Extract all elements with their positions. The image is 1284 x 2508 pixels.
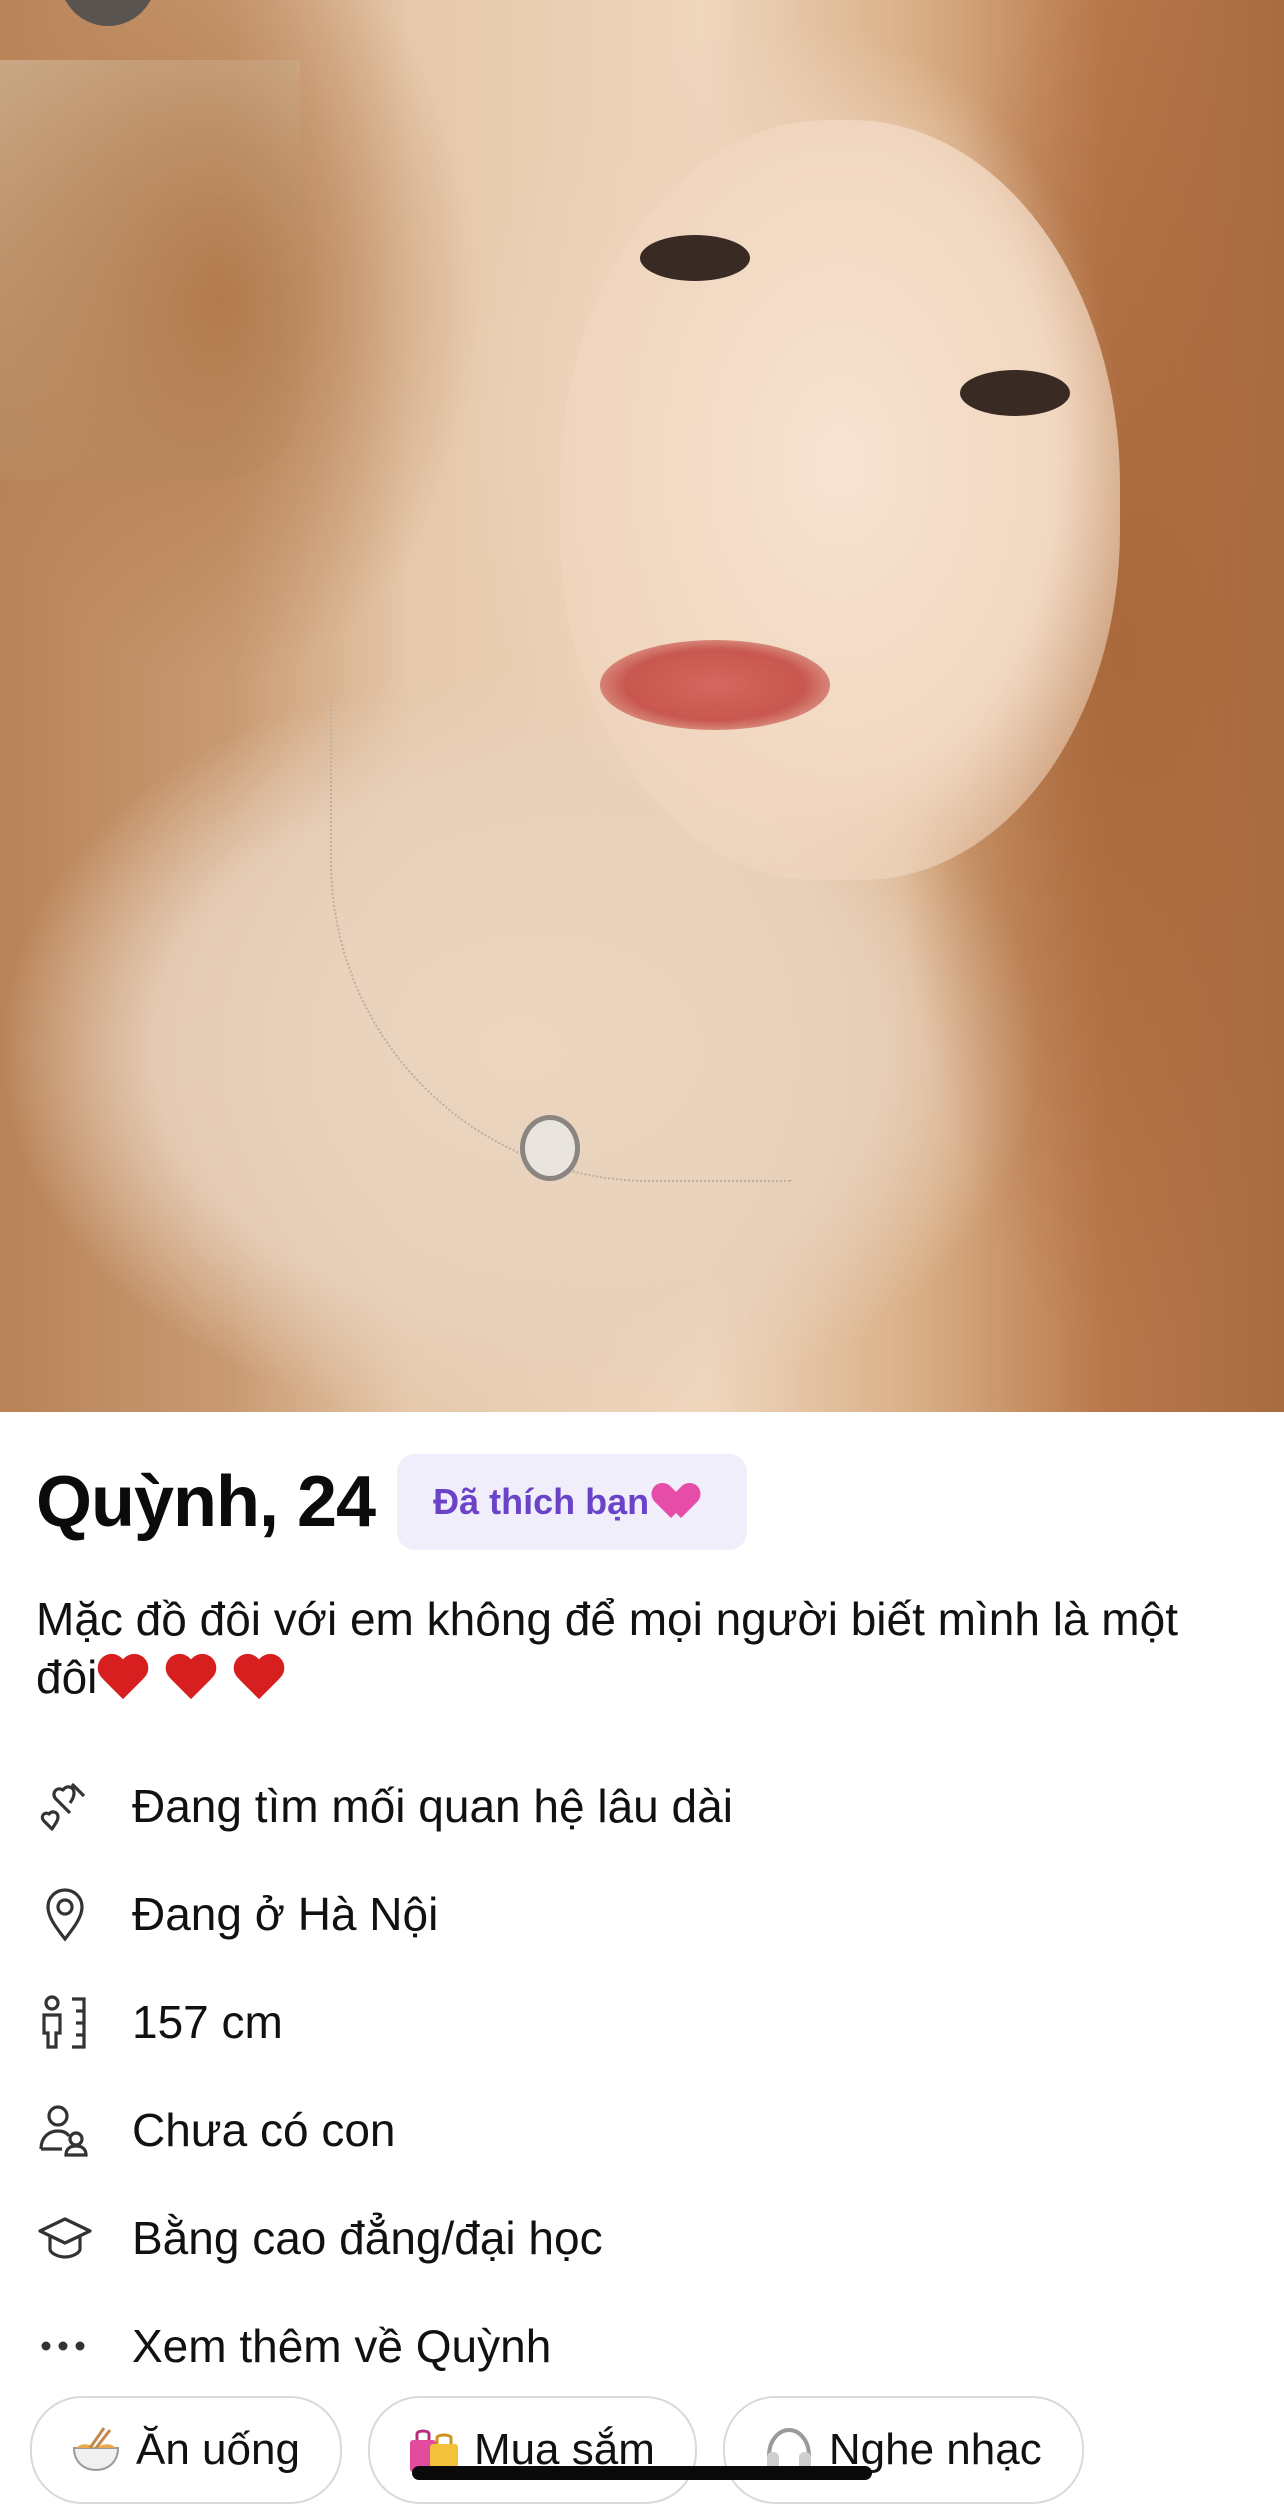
see-more-link[interactable]: Xem thêm về Quỳnh [132, 2319, 551, 2373]
detail-text: Chưa có con [132, 2104, 396, 2156]
eye-right [960, 370, 1070, 416]
detail-relationship: Đang tìm mối quan hệ lâu dài [36, 1752, 1256, 1860]
necklace [330, 700, 792, 1182]
interest-chips: Ăn uống Mua sắm Nghe nhạc [30, 2396, 1110, 2504]
pink-hearts-icon [661, 1484, 703, 1520]
interest-chip-music[interactable]: Nghe nhạc [722, 2396, 1084, 2504]
chip-label: Ăn uống [136, 2425, 300, 2474]
profile-name-age: Quỳnh, 24 [36, 1462, 376, 1542]
liked-you-badge: Đã thích bạn [397, 1454, 748, 1550]
detail-text: Đang tìm mối quan hệ lâu dài [132, 1780, 733, 1832]
detail-children: Chưa có con [36, 2076, 1256, 2184]
profile-details: Đang tìm mối quan hệ lâu dài Đang ở Hà N… [36, 1752, 1256, 2400]
red-heart-icon [165, 1655, 217, 1703]
red-heart-icon [97, 1655, 149, 1703]
hair-left [0, 0, 480, 720]
children-icon [36, 2098, 132, 2162]
interest-chip-food[interactable]: Ăn uống [30, 2396, 342, 2504]
red-hearts-emoji [97, 1652, 301, 1710]
interest-chip-shopping[interactable]: Mua sắm [367, 2396, 697, 2504]
detail-education: Bằng cao đẳng/đại học [36, 2184, 1256, 2292]
relationship-hearts-icon [36, 1774, 132, 1838]
detail-height: 157 cm [36, 1968, 1256, 2076]
detail-see-more[interactable]: Xem thêm về Quỳnh [36, 2292, 1256, 2400]
more-dots-icon [36, 2314, 132, 2378]
location-pin-icon [36, 1882, 132, 1946]
detail-text: Đang ở Hà Nội [132, 1888, 439, 1940]
red-heart-icon [233, 1655, 285, 1703]
profile-bio: Mặc đồ đôi với em không để mọi người biế… [36, 1590, 1246, 1710]
detail-text: 157 cm [132, 1996, 283, 2048]
liked-you-label: Đã thích bạn [433, 1481, 650, 1522]
graduation-cap-icon [36, 2206, 132, 2270]
detail-text: Bằng cao đẳng/đại học [132, 2212, 603, 2264]
pendant [520, 1115, 580, 1181]
height-icon [36, 1990, 132, 2054]
profile-photo[interactable] [0, 0, 1284, 1412]
noodle-bowl-icon [72, 2427, 120, 2472]
home-indicator[interactable] [412, 2466, 872, 2480]
eye-left [640, 235, 750, 281]
profile-header: Quỳnh, 24 Đã thích bạn [36, 1454, 748, 1550]
detail-location: Đang ở Hà Nội [36, 1860, 1256, 1968]
